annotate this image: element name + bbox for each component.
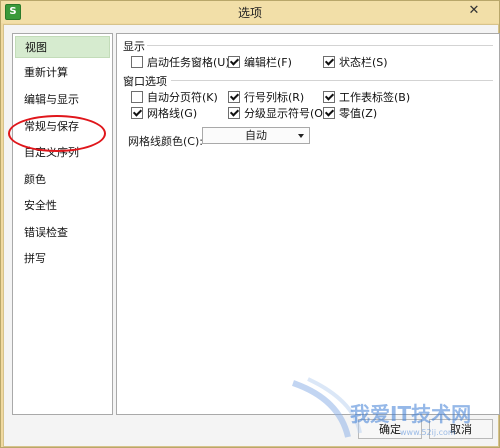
- checkbox-box: [131, 91, 143, 103]
- formula-bar-checkbox[interactable]: 编辑栏(F): [228, 54, 292, 70]
- checkbox-box: [323, 91, 335, 103]
- outline-symbols-checkbox[interactable]: 分级显示符号(O): [228, 105, 327, 121]
- nav-item-edit-display[interactable]: 编辑与显示: [15, 89, 110, 111]
- checkbox-label: 自动分页符(K): [147, 91, 218, 104]
- window-options-divider: [171, 80, 493, 81]
- page-breaks-checkbox[interactable]: 自动分页符(K): [131, 89, 218, 105]
- display-group-label: 显示: [123, 40, 145, 53]
- status-bar-checkbox[interactable]: 状态栏(S): [323, 54, 388, 70]
- nav-item-security[interactable]: 安全性: [15, 195, 110, 217]
- window-options-group-label: 窗口选项: [123, 75, 167, 88]
- cancel-button[interactable]: 取消: [429, 419, 493, 439]
- chevron-down-icon: [298, 134, 304, 138]
- checkbox-label: 零值(Z): [339, 107, 378, 120]
- nav-item-spelling[interactable]: 拼写: [15, 248, 110, 270]
- checkbox-label: 工作表标签(B): [339, 91, 411, 104]
- checkbox-label: 编辑栏(F): [244, 56, 292, 69]
- checkbox-label: 网格线(G): [147, 107, 198, 120]
- gridline-color-label: 网格线颜色(C):: [128, 135, 203, 148]
- title-bar: S 选项 ✕: [1, 1, 499, 23]
- nav-item-error-check[interactable]: 错误检查: [15, 222, 110, 244]
- checkbox-box: [131, 56, 143, 68]
- options-nav: 视图 重新计算 编辑与显示 常规与保存 自定义序列 颜色 安全性 错误检查 拼写: [12, 33, 113, 415]
- checkbox-box: [323, 56, 335, 68]
- ok-button[interactable]: 确定: [358, 419, 422, 439]
- nav-item-color[interactable]: 颜色: [15, 169, 110, 191]
- view-options-panel: 显示 启动任务窗格(U) 编辑栏(F) 状态栏(S) 窗口选项 自动分页符(K): [116, 33, 500, 415]
- highlight-circle: [8, 115, 106, 152]
- checkbox-box: [228, 91, 240, 103]
- display-group-divider: [147, 45, 493, 46]
- dialog-body: 视图 重新计算 编辑与显示 常规与保存 自定义序列 颜色 安全性 错误检查 拼写…: [3, 24, 500, 447]
- checkbox-box: [228, 56, 240, 68]
- nav-item-recalc[interactable]: 重新计算: [15, 62, 110, 84]
- select-value: 自动: [245, 129, 267, 142]
- checkbox-box: [228, 107, 240, 119]
- dialog-title: 选项: [237, 6, 262, 20]
- startup-taskpane-checkbox[interactable]: 启动任务窗格(U): [131, 54, 230, 70]
- row-col-headers-checkbox[interactable]: 行号列标(R): [228, 89, 304, 105]
- zero-values-checkbox[interactable]: 零值(Z): [323, 105, 377, 121]
- gridlines-checkbox[interactable]: 网格线(G): [131, 105, 197, 121]
- checkbox-label: 行号列标(R): [244, 91, 305, 104]
- close-button[interactable]: ✕: [457, 2, 491, 20]
- sheet-tabs-checkbox[interactable]: 工作表标签(B): [323, 89, 410, 105]
- checkbox-box: [131, 107, 143, 119]
- gridline-color-select[interactable]: 自动: [202, 127, 310, 144]
- checkbox-label: 启动任务窗格(U): [147, 56, 230, 69]
- nav-item-view[interactable]: 视图: [15, 36, 110, 58]
- checkbox-box: [323, 107, 335, 119]
- checkbox-label: 分级显示符号(O): [244, 107, 328, 120]
- checkbox-label: 状态栏(S): [339, 56, 388, 69]
- options-dialog: S 选项 ✕ 视图 重新计算 编辑与显示 常规与保存 自定义序列 颜色 安全性 …: [0, 0, 500, 448]
